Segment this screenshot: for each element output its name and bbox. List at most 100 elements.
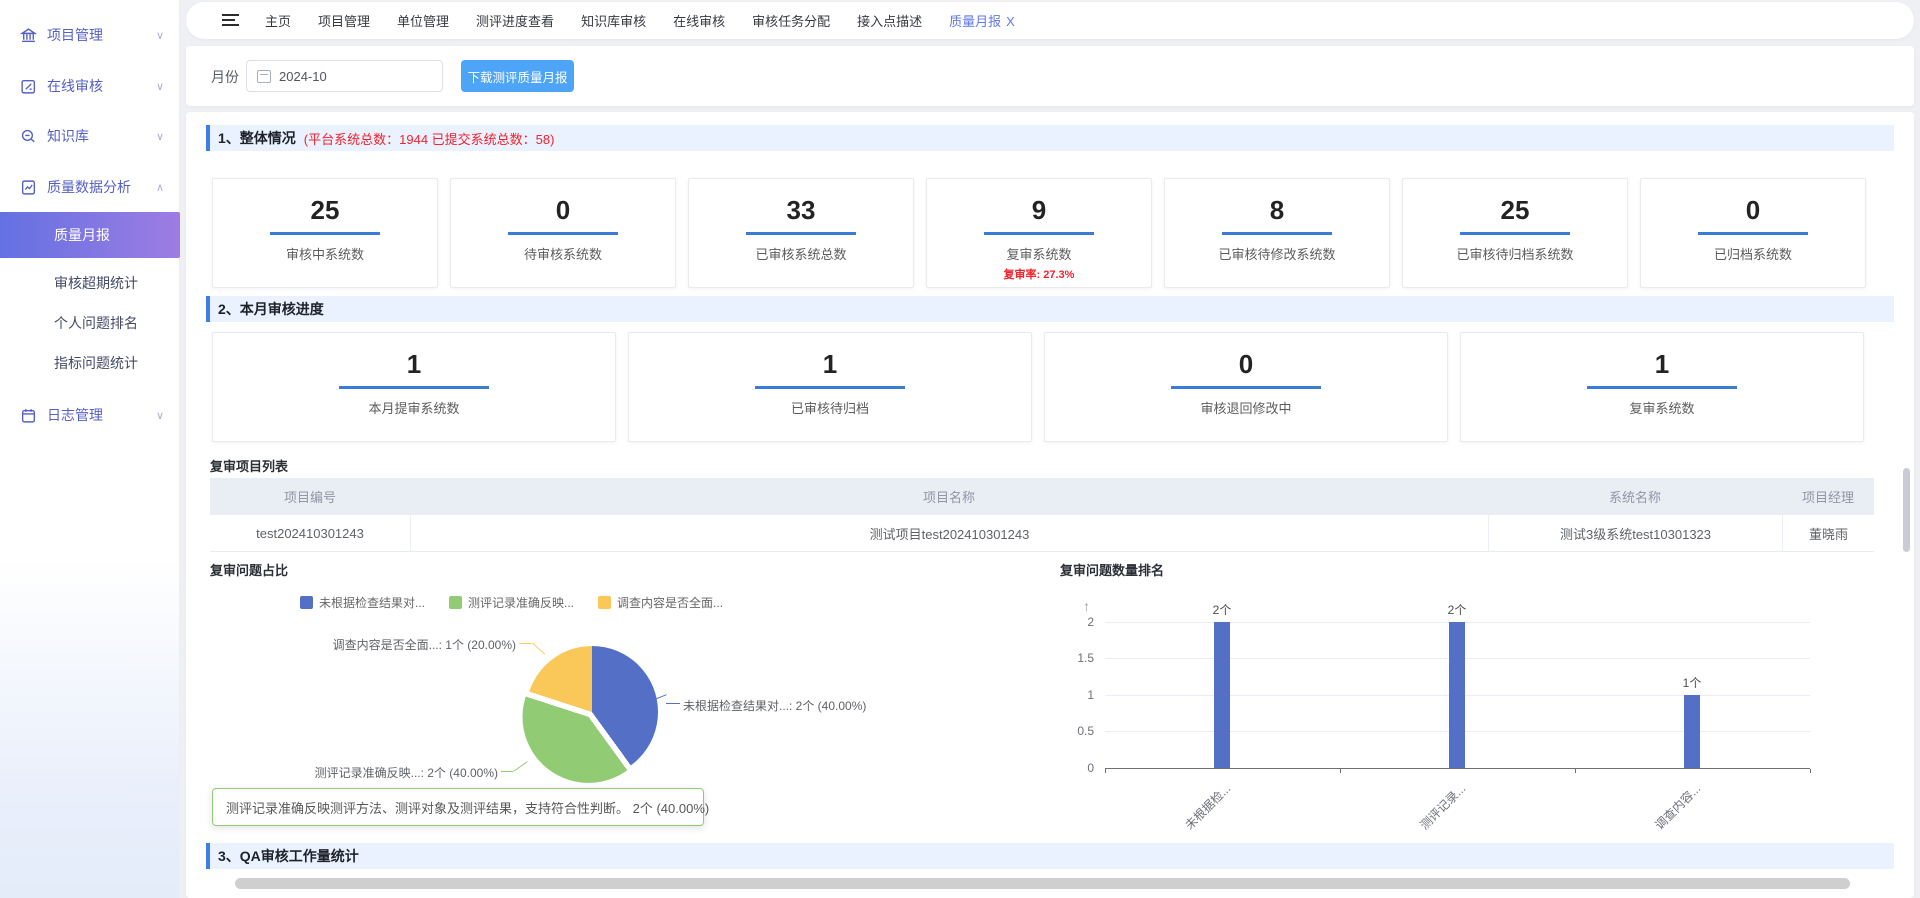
tab-project-management[interactable]: 项目管理 [318,11,370,30]
sidebar-item-knowledge-base[interactable]: 知识库 ∨ [0,111,180,161]
sidebar-item-label: 项目管理 [47,25,103,45]
sidebar-subitem-indicator-issue-stats[interactable]: 指标问题统计 [0,342,180,384]
knowledge-search-icon [20,128,37,145]
chevron-down-icon: ∨ [156,130,164,143]
sidebar-subitem-review-overdue-stats[interactable]: 审核超期统计 [0,262,180,304]
tab-online-review[interactable]: 在线审核 [673,11,725,30]
stat-label: 已审核待修改系统数 [1165,244,1389,263]
sidebar-item-label: 知识库 [47,126,89,146]
stat-card-reviewed-total: 33 已审核系统总数 [688,178,914,288]
stat-label: 审核中系统数 [213,244,437,263]
stat-underline [270,232,380,235]
y-tick-label: 1 [1054,688,1094,702]
top-nav-bar: 主页 项目管理 单位管理 测评进度查看 知识库审核 在线审核 审核任务分配 接入… [186,2,1914,39]
stat-label: 审核退回修改中 [1045,398,1447,417]
stat-card-archived: 0 已归档系统数 [1640,178,1866,288]
stat-card-month-to-archive: 1 已审核待归档 [628,332,1032,442]
nav-tabs: 主页 项目管理 单位管理 测评进度查看 知识库审核 在线审核 审核任务分配 接入… [265,11,1015,30]
legend-label: 未根据检查结果对... [319,594,425,611]
close-tab-icon[interactable]: X [1006,14,1015,29]
pie-chart-title: 复审问题占比 [210,560,288,579]
stat-value: 33 [689,195,913,225]
stat-value: 25 [1403,195,1627,225]
chevron-down-icon: ∨ [156,29,164,42]
sidebar-item-quality-data-analysis[interactable]: 质量数据分析 ∧ [0,162,180,212]
stat-label: 待审核系统数 [451,244,675,263]
sidebar-background-tint [0,558,179,898]
month-label: 月份 [211,67,239,87]
tab-knowledge-review[interactable]: 知识库审核 [581,11,646,30]
stat-card-month-returned: 0 审核退回修改中 [1044,332,1448,442]
sidebar-item-online-review[interactable]: 在线审核 ∨ [0,61,180,111]
y-tick-label: 2 [1054,615,1094,629]
calendar-icon [257,70,271,83]
tab-unit-management[interactable]: 单位管理 [397,11,449,30]
section-3-header: 3、QA审核工作量统计 [206,843,1894,869]
tab-evaluation-progress[interactable]: 测评进度查看 [476,11,554,30]
bar-value-label: 1个 [1683,674,1702,691]
bank-icon [20,27,37,44]
stat-underline [1171,386,1321,389]
tab-review-task-assignment[interactable]: 审核任务分配 [752,11,830,30]
sidebar-subitem-quality-monthly-report[interactable]: 质量月报 [0,212,180,258]
table-row[interactable]: test202410301243 测试项目test202410301243 测试… [210,515,1874,552]
stat-underline [755,386,905,389]
bar-category-2[interactable]: 2个 [1449,622,1465,768]
stat-underline [1222,232,1332,235]
pie-chart[interactable] [526,646,658,778]
sidebar-subitem-personal-issue-ranking[interactable]: 个人问题排名 [0,302,180,344]
stat-label: 已审核系统总数 [689,244,913,263]
column-header-system-name: 系统名称 [1488,478,1782,515]
horizontal-scrollbar[interactable] [235,878,1850,889]
bar-value-label: 2个 [1448,601,1467,618]
report-content: 1、整体情况 (平台系统总数：1944 已提交系统总数：58) 25 审核中系统… [186,112,1914,898]
month-picker-input[interactable]: 2024-10 [246,60,443,92]
tab-quality-monthly-report[interactable]: 质量月报X [949,11,1015,30]
pie-label-blue: 未根据检查结果对...: 2个 (40.00%) [683,697,866,714]
calendar-icon [20,407,37,424]
section-1-header: 1、整体情况 (平台系统总数：1944 已提交系统总数：58) [206,125,1894,151]
pie-label-green: 测评记录准确反映...: 2个 (40.00%) [308,764,498,781]
bar-chart[interactable]: 2个 2个 1个 [1105,622,1810,768]
y-tick-label: 1.5 [1054,651,1094,665]
legend-item-blue[interactable]: 未根据检查结果对... [300,594,425,611]
tab-access-point-description[interactable]: 接入点描述 [857,11,922,30]
bar-category-1[interactable]: 2个 [1214,622,1230,768]
column-header-project-manager: 项目经理 [1782,478,1874,515]
legend-item-green[interactable]: 测评记录准确反映... [449,594,574,611]
download-report-button[interactable]: 下载测评质量月报 [461,60,574,92]
stat-card-month-re-review: 1 复审系统数 [1460,332,1864,442]
legend-swatch-icon [300,596,313,609]
pie-label-line [519,643,531,644]
tab-home[interactable]: 主页 [265,11,291,30]
sidebar-item-project-management[interactable]: 项目管理 ∨ [0,10,180,60]
stat-card-re-review: 9 复审系统数 复审率: 27.3% [926,178,1152,288]
review-table: 项目编号 项目名称 系统名称 项目经理 test202410301243 测试项… [210,478,1874,552]
collapse-menu-icon[interactable] [222,14,239,27]
chevron-up-icon: ∧ [156,181,164,194]
sidebar-item-label: 在线审核 [47,76,103,96]
chevron-down-icon: ∨ [156,409,164,422]
stat-value: 8 [1165,195,1389,225]
axis-tick [1810,769,1811,773]
stat-value: 1 [629,349,1031,379]
sidebar-subitem-label: 质量月报 [54,225,110,245]
bar-value-label: 2个 [1213,601,1232,618]
vertical-scrollbar[interactable] [1903,468,1910,552]
section-title: 1、整体情况 [218,128,296,148]
stat-underline [1698,232,1808,235]
sidebar-subitem-label: 指标问题统计 [54,353,138,373]
cell-project-name: 测试项目test202410301243 [410,515,1488,551]
cell-project-id: test202410301243 [210,515,410,551]
stat-label: 已审核待归档系统数 [1403,244,1627,263]
sidebar-subitem-label: 个人问题排名 [54,313,138,333]
y-tick-label: 0 [1054,761,1094,775]
sidebar-item-log-management[interactable]: 日志管理 ∨ [0,390,180,440]
stat-label: 已审核待归档 [629,398,1031,417]
legend-item-yellow[interactable]: 调查内容是否全面... [598,594,723,611]
stat-underline [984,232,1094,235]
bar-category-3[interactable]: 1个 [1684,695,1700,768]
pie-legend: 未根据检查结果对... 测评记录准确反映... 调查内容是否全面... [300,594,723,611]
column-header-project-id: 项目编号 [210,478,410,515]
sidebar-subitem-label: 审核超期统计 [54,273,138,293]
